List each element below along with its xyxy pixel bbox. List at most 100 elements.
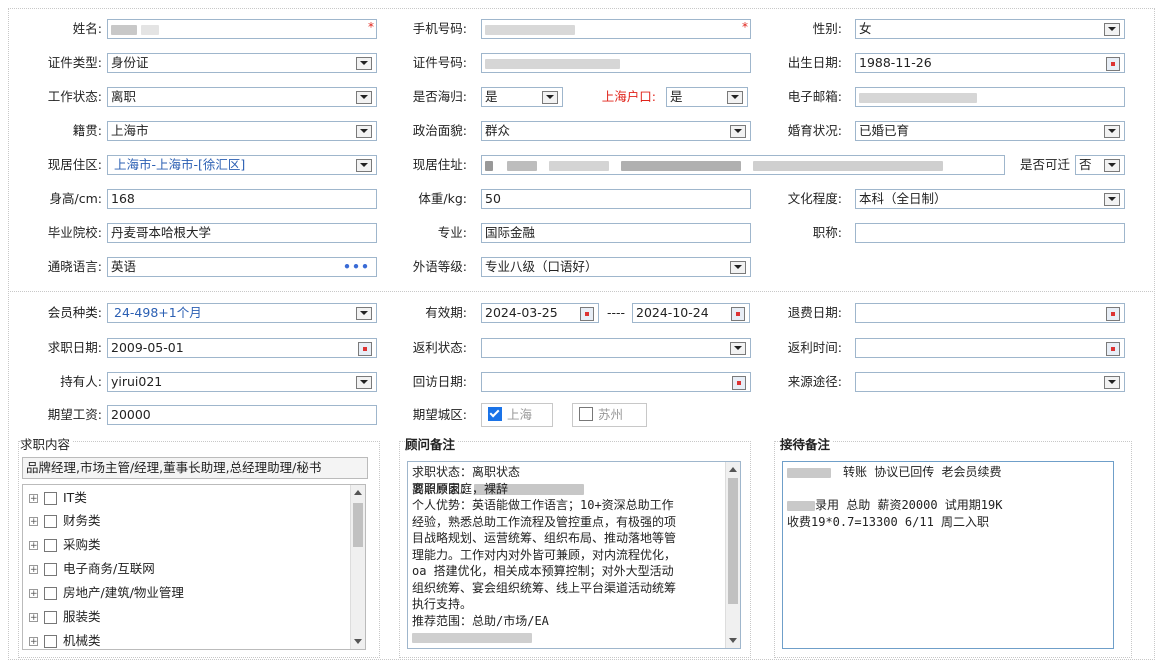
notes-scrollbar[interactable] <box>725 462 740 648</box>
chevron-down-icon[interactable] <box>727 91 743 104</box>
job-category-tree[interactable]: + IT类 + 财务类 + 采购类 + 电子商务/互联网 + 房地产/建筑/物业管理 + 服… <box>22 484 366 650</box>
checkbox-icon[interactable] <box>44 611 57 624</box>
checkbox-icon[interactable] <box>44 587 57 600</box>
salary-value: 20000 <box>111 407 151 422</box>
tree-item[interactable]: + 电子商务/互联网 <box>29 558 155 580</box>
tree-item[interactable]: + IT类 <box>29 487 87 509</box>
rebate-status-select[interactable] <box>481 338 751 358</box>
chevron-down-icon[interactable] <box>356 125 372 138</box>
calendar-icon[interactable] <box>1106 57 1120 71</box>
job-title-input[interactable] <box>855 223 1125 243</box>
chevron-down-icon[interactable] <box>356 91 372 104</box>
phone-input[interactable]: * <box>481 19 751 39</box>
tree-item[interactable]: + 机械类 <box>29 630 101 649</box>
checkbox-icon[interactable] <box>44 539 57 552</box>
chevron-down-icon[interactable] <box>730 342 746 355</box>
weight-input[interactable]: 50 <box>481 189 751 209</box>
salary-input[interactable]: 20000 <box>107 405 377 425</box>
apply-date-input[interactable]: 2009-05-01 <box>107 338 377 358</box>
city-option-suzhou[interactable]: 苏州 <box>572 403 647 427</box>
idno-input[interactable] <box>481 53 751 73</box>
expand-icon[interactable]: + <box>29 589 38 599</box>
member-type-select[interactable]: 24-498+1个月 <box>107 303 377 323</box>
address-input[interactable] <box>481 155 1005 175</box>
revisit-date-input[interactable] <box>481 372 751 392</box>
tree-item[interactable]: + 服装类 <box>29 606 101 628</box>
chevron-down-icon[interactable] <box>356 159 372 172</box>
chevron-down-icon[interactable] <box>1104 23 1120 36</box>
tree-item[interactable]: + 房地产/建筑/物业管理 <box>29 582 184 604</box>
school-input[interactable]: 丹麦哥本哈根大学 <box>107 223 377 243</box>
hukou-select[interactable]: 是 <box>666 87 748 107</box>
scroll-up-icon[interactable] <box>354 490 362 495</box>
expand-icon[interactable]: + <box>29 517 38 527</box>
checkbox-icon[interactable] <box>44 563 57 576</box>
holder-select[interactable]: yirui021 <box>107 372 377 392</box>
gender-select[interactable]: 女 <box>855 19 1125 39</box>
refund-date-input[interactable] <box>855 303 1125 323</box>
height-input[interactable]: 168 <box>107 189 377 209</box>
chevron-down-icon[interactable] <box>730 125 746 138</box>
checkbox-icon[interactable] <box>579 407 593 421</box>
chevron-down-icon[interactable] <box>356 57 372 70</box>
chevron-down-icon[interactable] <box>1104 376 1120 389</box>
advisor-note-line: 推荐范围：总助/市场/EA <box>412 613 549 628</box>
scroll-thumb[interactable] <box>728 478 738 604</box>
chevron-down-icon[interactable] <box>1104 159 1120 172</box>
chevron-down-icon[interactable] <box>542 91 558 104</box>
language-input[interactable]: 英语 ••• <box>107 257 377 277</box>
education-select[interactable]: 本科（全日制） <box>855 189 1125 209</box>
scroll-down-icon[interactable] <box>354 639 362 644</box>
calendar-icon[interactable] <box>731 307 745 321</box>
expand-icon[interactable]: + <box>29 541 38 551</box>
tree-scrollbar[interactable] <box>350 485 365 649</box>
scroll-down-icon[interactable] <box>729 638 737 643</box>
expand-icon[interactable]: + <box>29 637 38 647</box>
tree-item[interactable]: + 采购类 <box>29 534 101 556</box>
marital-select[interactable]: 已婚已育 <box>855 121 1125 141</box>
idtype-select[interactable]: 身份证 <box>107 53 377 73</box>
calendar-icon[interactable] <box>1106 342 1120 356</box>
tree-item[interactable]: + 财务类 <box>29 510 101 532</box>
language-level-select[interactable]: 专业八级（口语好） <box>481 257 751 277</box>
calendar-icon[interactable] <box>580 307 594 321</box>
advisor-notes-textarea[interactable]: 求职状态：离职状态 离职原因： 要照顾家庭，裸辞 个人优势：英语能做工作语言；1… <box>407 461 741 649</box>
political-select[interactable]: 群众 <box>481 121 751 141</box>
email-input[interactable] <box>855 87 1125 107</box>
name-input[interactable]: * <box>107 19 377 39</box>
calendar-icon[interactable] <box>1106 307 1120 321</box>
checkbox-icon[interactable] <box>44 515 57 528</box>
valid-from-input[interactable]: 2024-03-25 <box>481 303 599 323</box>
calendar-icon[interactable] <box>358 342 372 356</box>
birth-date-input[interactable]: 1988-11-26 <box>855 53 1125 73</box>
language-level-value: 专业八级（口语好） <box>485 259 598 274</box>
valid-to-input[interactable]: 2024-10-24 <box>632 303 750 323</box>
calendar-icon[interactable] <box>732 376 746 390</box>
chevron-down-icon[interactable] <box>1104 125 1120 138</box>
checkbox-icon[interactable] <box>44 635 57 648</box>
checkbox-icon[interactable] <box>44 492 57 505</box>
reception-notes-textarea[interactable]: 转账 协议已回传 老会员续费 录用 总助 薪资20000 试用期19K 收费19… <box>782 461 1114 649</box>
city-option-shanghai[interactable]: 上海 <box>481 403 553 427</box>
job-selected-input[interactable]: 品牌经理,市场主管/经理,董事长助理,总经理助理/秘书 <box>22 457 368 479</box>
relocate-select[interactable]: 否 <box>1075 155 1125 175</box>
major-input[interactable]: 国际金融 <box>481 223 751 243</box>
source-select[interactable] <box>855 372 1125 392</box>
work-status-select[interactable]: 离职 <box>107 87 377 107</box>
chevron-down-icon[interactable] <box>1104 193 1120 206</box>
chevron-down-icon[interactable] <box>356 376 372 389</box>
chevron-down-icon[interactable] <box>730 261 746 274</box>
expand-icon[interactable]: + <box>29 494 38 504</box>
scroll-thumb[interactable] <box>353 503 363 547</box>
checkbox-checked-icon[interactable] <box>488 407 502 421</box>
more-icon[interactable]: ••• <box>343 258 370 276</box>
expand-icon[interactable]: + <box>29 565 38 575</box>
scroll-up-icon[interactable] <box>729 467 737 472</box>
expand-icon[interactable]: + <box>29 613 38 623</box>
reception-note-line: 收费19*0.7=13300 6/11 周二入职 <box>787 514 990 529</box>
chevron-down-icon[interactable] <box>356 307 372 320</box>
region-select[interactable]: 上海市-上海市-[徐汇区] <box>107 155 377 175</box>
overseas-select[interactable]: 是 <box>481 87 563 107</box>
rebate-time-input[interactable] <box>855 338 1125 358</box>
native-place-select[interactable]: 上海市 <box>107 121 377 141</box>
